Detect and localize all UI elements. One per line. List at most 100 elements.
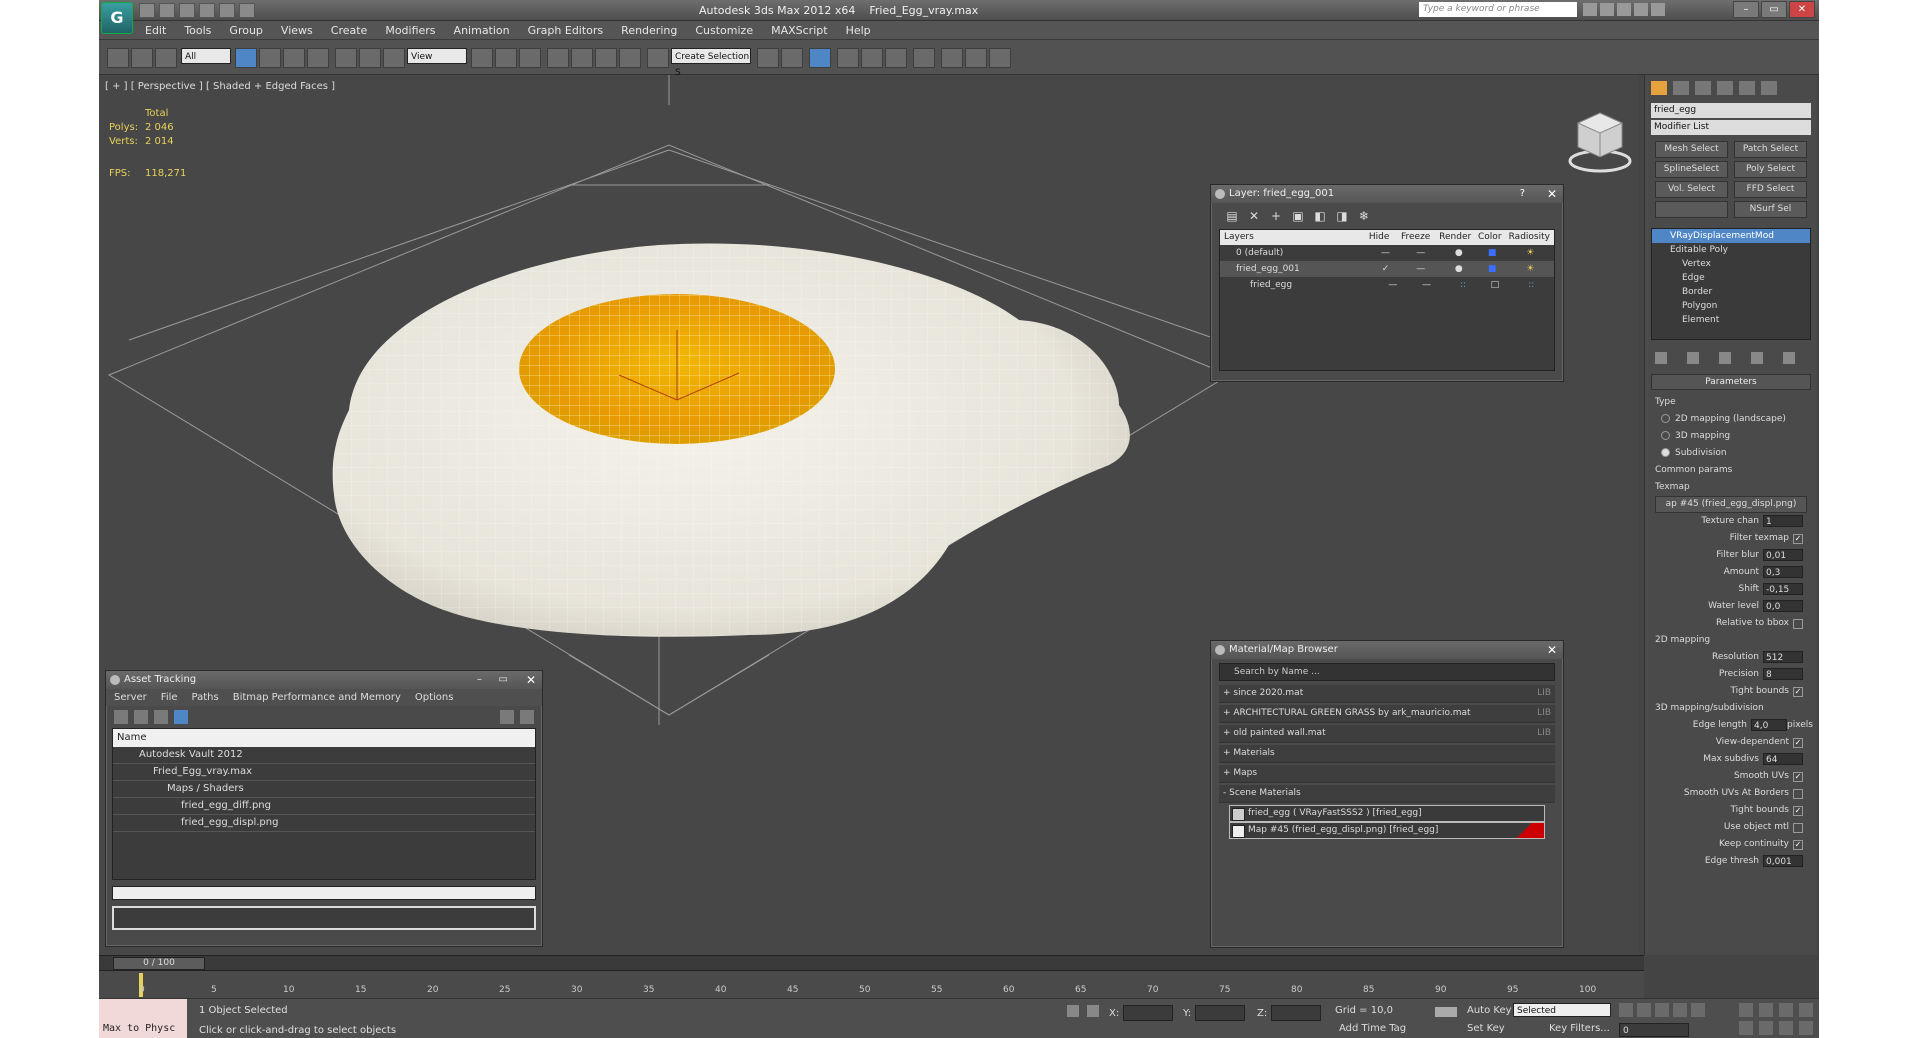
- subscription-icon[interactable]: [1600, 3, 1614, 16]
- hide-toggle[interactable]: —: [1377, 277, 1408, 293]
- render-setup-icon[interactable]: [941, 48, 963, 68]
- mesh-select-button[interactable]: Mesh Select: [1655, 141, 1728, 158]
- key-filters-button[interactable]: Key Filters...: [1549, 1023, 1610, 1034]
- asset-row[interactable]: Autodesk Vault 2012: [113, 747, 535, 764]
- freeze-toggle[interactable]: —: [1402, 261, 1440, 277]
- ffd-select-button[interactable]: FFD Select: [1734, 181, 1807, 198]
- menu-tools[interactable]: Tools: [184, 24, 211, 37]
- track-bar[interactable]: 0 5 10 15 20 25 30 35 40 45 50 55 60 65 70 75 80 85 90 95 10…: [99, 970, 1644, 999]
- time-slider-track[interactable]: 0 / 100: [99, 955, 1644, 970]
- key-mode-dropdown[interactable]: Selected: [1513, 1003, 1611, 1017]
- create-tab-icon[interactable]: [1651, 81, 1667, 95]
- render-production-icon[interactable]: [989, 48, 1011, 68]
- resolution-spinner[interactable]: 512: [1763, 651, 1803, 663]
- rotate-icon[interactable]: [359, 48, 381, 68]
- scene-material-item[interactable]: fried_egg ( VRayFastSSS2 ) [fried_egg]: [1229, 805, 1545, 822]
- material-search-input[interactable]: Search by Name ...: [1219, 663, 1555, 681]
- motion-tab-icon[interactable]: [1717, 81, 1733, 95]
- angle-snap-icon[interactable]: [571, 48, 593, 68]
- column-color[interactable]: Color: [1475, 230, 1505, 245]
- stack-sub-polygon[interactable]: Polygon: [1652, 299, 1810, 313]
- highlight-layer-icon[interactable]: ◧: [1313, 209, 1327, 223]
- material-browser-title[interactable]: Material/Map Browser ✕: [1211, 641, 1563, 659]
- texmap-button[interactable]: ap #45 (fried_egg_displ.png): [1655, 496, 1807, 513]
- menu-options[interactable]: Options: [415, 692, 454, 703]
- spline-select-button[interactable]: SplineSelect: [1655, 161, 1728, 178]
- viewcube-icon[interactable]: [1567, 105, 1633, 175]
- edit-named-selection-icon[interactable]: [647, 48, 669, 68]
- pivot-center-icon[interactable]: [471, 48, 493, 68]
- close-icon[interactable]: ✕: [1547, 641, 1557, 659]
- smooth-uvs-checkbox[interactable]: ✓: [1793, 772, 1803, 782]
- empty-button[interactable]: [1655, 201, 1728, 218]
- filter-texmap-checkbox[interactable]: ✓: [1793, 534, 1803, 544]
- vol-select-button[interactable]: Vol. Select: [1655, 181, 1728, 198]
- go-to-start-icon[interactable]: [1619, 1003, 1633, 1017]
- show-end-result-icon[interactable]: [1687, 352, 1699, 364]
- graphite-tools-icon[interactable]: [837, 48, 859, 68]
- remove-modifier-icon[interactable]: [1751, 352, 1763, 364]
- radiosity-toggle[interactable]: ::: [1509, 277, 1555, 293]
- material-group[interactable]: + ARCHITECTURAL GREEN GRASS by ark_mauri…: [1219, 705, 1555, 723]
- use-object-mtl-checkbox[interactable]: [1793, 823, 1803, 833]
- x-coord-field[interactable]: [1123, 1005, 1174, 1021]
- menu-edit[interactable]: Edit: [145, 24, 166, 37]
- save-file-icon[interactable]: [179, 3, 195, 18]
- spinner-snap-icon[interactable]: [619, 48, 641, 68]
- menu-maxscript[interactable]: MAXScript: [771, 24, 827, 37]
- layer-dialog-title[interactable]: Layer: fried_egg_001 ? ✕: [1211, 185, 1563, 203]
- stack-item-vray-displacement[interactable]: VRayDisplacementMod: [1652, 229, 1810, 243]
- zoom-extents-all-icon[interactable]: [1799, 1003, 1813, 1017]
- path-field[interactable]: [112, 906, 536, 930]
- relative-bbox-checkbox[interactable]: [1793, 619, 1803, 629]
- layer-row[interactable]: 0 (default) — — ● ■ ☀: [1220, 245, 1554, 261]
- column-hide[interactable]: Hide: [1362, 230, 1396, 245]
- asset-row[interactable]: fried_egg_diff.png: [113, 798, 535, 815]
- view-dependent-checkbox[interactable]: ✓: [1793, 738, 1803, 748]
- layer-manager-icon[interactable]: [809, 48, 831, 68]
- asset-row[interactable]: Maps / Shaders: [113, 781, 535, 798]
- help-search-input[interactable]: Type a keyword or phrase: [1419, 2, 1577, 17]
- menu-file[interactable]: File: [161, 692, 178, 703]
- rendered-frame-icon[interactable]: [965, 48, 987, 68]
- layer-row[interactable]: fried_egg_001 ✓ — ● ■ ☀: [1220, 261, 1554, 277]
- zoom-all-icon[interactable]: [1759, 1003, 1773, 1017]
- material-group[interactable]: + Maps: [1219, 765, 1555, 783]
- next-frame-icon[interactable]: [1673, 1003, 1687, 1017]
- material-group[interactable]: + Materials: [1219, 745, 1555, 763]
- zoom-extents-icon[interactable]: [1779, 1003, 1793, 1017]
- object-name-field[interactable]: fried_egg: [1651, 103, 1811, 118]
- pin-stack-icon[interactable]: [1655, 352, 1667, 364]
- menu-customize[interactable]: Customize: [695, 24, 753, 37]
- object-color-swatch[interactable]: □: [1481, 277, 1508, 293]
- freeze-toggle[interactable]: —: [1408, 277, 1444, 293]
- menu-server[interactable]: Server: [114, 692, 147, 703]
- configure-sets-icon[interactable]: [1783, 352, 1795, 364]
- restore-icon[interactable]: ▭: [499, 671, 508, 689]
- smooth-uvs-borders-checkbox[interactable]: [1793, 789, 1803, 799]
- z-coord-field[interactable]: [1271, 1005, 1322, 1021]
- select-by-name-icon[interactable]: [259, 48, 281, 68]
- bind-space-warp-icon[interactable]: [155, 48, 177, 68]
- poly-select-button[interactable]: Poly Select: [1734, 161, 1807, 178]
- material-group[interactable]: - Scene Materials: [1219, 785, 1555, 803]
- go-to-end-icon[interactable]: [1691, 1003, 1705, 1017]
- rect-selection-icon[interactable]: [283, 48, 305, 68]
- patch-select-button[interactable]: Patch Select: [1734, 141, 1807, 158]
- key-icon[interactable]: [1435, 1007, 1457, 1017]
- time-slider[interactable]: 0 / 100: [113, 957, 205, 970]
- refresh-icon[interactable]: [114, 710, 128, 724]
- type-3d-radio[interactable]: 3D mapping: [1645, 428, 1817, 445]
- horizontal-scrollbar[interactable]: [112, 886, 536, 900]
- lock-selection-icon[interactable]: [1067, 1005, 1079, 1017]
- freeze-toggle[interactable]: —: [1402, 245, 1440, 261]
- nsurf-sel-button[interactable]: NSurf Sel: [1734, 201, 1807, 218]
- scale-icon[interactable]: [383, 48, 405, 68]
- menu-paths[interactable]: Paths: [192, 692, 219, 703]
- menu-graph-editors[interactable]: Graph Editors: [528, 24, 604, 37]
- keyboard-shortcut-icon[interactable]: [519, 48, 541, 68]
- render-toggle[interactable]: ::: [1445, 277, 1481, 293]
- schematic-view-icon[interactable]: [885, 48, 907, 68]
- amount-spinner[interactable]: 0,3: [1763, 566, 1803, 578]
- material-group[interactable]: + old painted wall.mat LIB: [1219, 725, 1555, 743]
